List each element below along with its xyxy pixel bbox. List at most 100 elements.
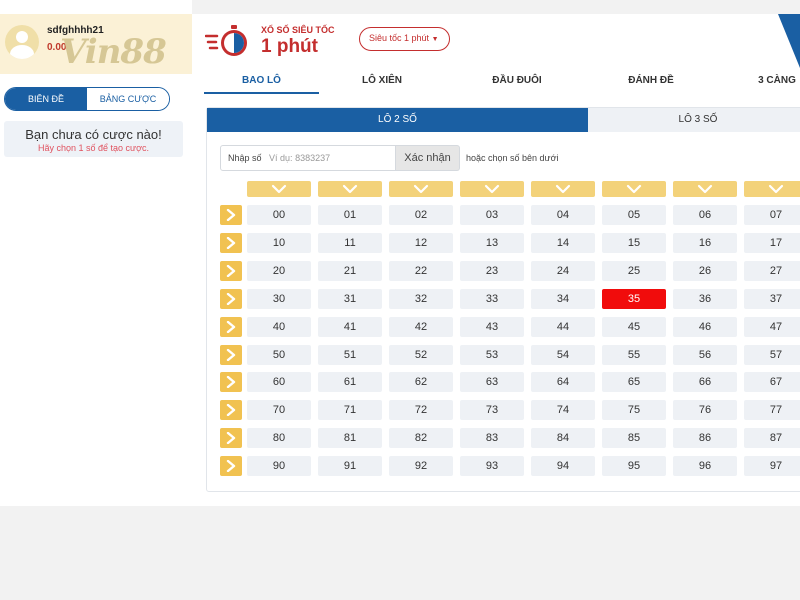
number-cell-07[interactable]: 07 <box>744 205 800 225</box>
number-cell-00[interactable]: 00 <box>247 205 311 225</box>
number-cell-14[interactable]: 14 <box>531 232 595 253</box>
number-cell-56[interactable]: 56 <box>673 344 737 365</box>
number-cell-46[interactable]: 46 <box>673 316 737 337</box>
number-cell-54[interactable]: 54 <box>531 344 595 365</box>
row-toggle-2[interactable] <box>220 260 242 281</box>
number-cell-11[interactable]: 11 <box>318 232 382 253</box>
number-cell-03[interactable]: 03 <box>460 205 524 225</box>
number-cell-67[interactable]: 67 <box>744 372 800 393</box>
number-cell-22[interactable]: 22 <box>389 260 453 281</box>
number-cell-77[interactable]: 77 <box>744 400 800 421</box>
number-cell-75[interactable]: 75 <box>602 400 666 421</box>
number-cell-44[interactable]: 44 <box>531 316 595 337</box>
number-cell-86[interactable]: 86 <box>673 428 737 449</box>
number-cell-06[interactable]: 06 <box>673 205 737 225</box>
number-cell-95[interactable]: 95 <box>602 456 666 477</box>
number-cell-40[interactable]: 40 <box>247 316 311 337</box>
row-toggle-0[interactable] <box>220 205 242 225</box>
number-cell-25[interactable]: 25 <box>602 260 666 281</box>
tab-bang-cuoc[interactable]: BẢNG CƯỢC <box>87 88 169 110</box>
number-cell-30[interactable]: 30 <box>247 288 311 309</box>
number-cell-24[interactable]: 24 <box>531 260 595 281</box>
number-cell-37[interactable]: 37 <box>744 288 800 309</box>
number-cell-87[interactable]: 87 <box>744 428 800 449</box>
number-cell-74[interactable]: 74 <box>531 400 595 421</box>
tab-dau-duoi[interactable]: ĐẦU ĐUÔI <box>462 75 572 86</box>
number-cell-96[interactable]: 96 <box>673 456 737 477</box>
number-cell-50[interactable]: 50 <box>247 344 311 365</box>
tab-3-cang[interactable]: 3 CÀNG <box>742 75 800 86</box>
row-toggle-8[interactable] <box>220 428 242 449</box>
number-cell-70[interactable]: 70 <box>247 400 311 421</box>
number-cell-35[interactable]: 35 <box>602 288 666 309</box>
speed-select[interactable]: Siêu tốc 1 phút ▼ <box>359 27 450 51</box>
user-avatar-icon[interactable] <box>5 25 39 59</box>
number-cell-27[interactable]: 27 <box>744 260 800 281</box>
number-cell-20[interactable]: 20 <box>247 260 311 281</box>
number-cell-73[interactable]: 73 <box>460 400 524 421</box>
number-cell-17[interactable]: 17 <box>744 232 800 253</box>
number-cell-36[interactable]: 36 <box>673 288 737 309</box>
number-cell-15[interactable]: 15 <box>602 232 666 253</box>
number-cell-47[interactable]: 47 <box>744 316 800 337</box>
number-cell-97[interactable]: 97 <box>744 456 800 477</box>
column-toggle-5[interactable] <box>602 181 666 197</box>
row-toggle-7[interactable] <box>220 400 242 421</box>
number-cell-64[interactable]: 64 <box>531 372 595 393</box>
number-cell-16[interactable]: 16 <box>673 232 737 253</box>
number-cell-71[interactable]: 71 <box>318 400 382 421</box>
number-cell-32[interactable]: 32 <box>389 288 453 309</box>
number-cell-21[interactable]: 21 <box>318 260 382 281</box>
number-cell-83[interactable]: 83 <box>460 428 524 449</box>
number-cell-12[interactable]: 12 <box>389 232 453 253</box>
row-toggle-5[interactable] <box>220 344 242 365</box>
number-cell-33[interactable]: 33 <box>460 288 524 309</box>
row-toggle-4[interactable] <box>220 316 242 337</box>
number-cell-26[interactable]: 26 <box>673 260 737 281</box>
number-cell-65[interactable]: 65 <box>602 372 666 393</box>
number-cell-53[interactable]: 53 <box>460 344 524 365</box>
number-cell-72[interactable]: 72 <box>389 400 453 421</box>
number-cell-90[interactable]: 90 <box>247 456 311 477</box>
number-cell-66[interactable]: 66 <box>673 372 737 393</box>
number-cell-42[interactable]: 42 <box>389 316 453 337</box>
number-cell-94[interactable]: 94 <box>531 456 595 477</box>
number-cell-01[interactable]: 01 <box>318 205 382 225</box>
column-toggle-4[interactable] <box>531 181 595 197</box>
number-cell-02[interactable]: 02 <box>389 205 453 225</box>
column-toggle-2[interactable] <box>389 181 453 197</box>
number-cell-43[interactable]: 43 <box>460 316 524 337</box>
number-cell-34[interactable]: 34 <box>531 288 595 309</box>
number-cell-05[interactable]: 05 <box>602 205 666 225</box>
number-cell-04[interactable]: 04 <box>531 205 595 225</box>
number-cell-81[interactable]: 81 <box>318 428 382 449</box>
number-cell-57[interactable]: 57 <box>744 344 800 365</box>
number-cell-52[interactable]: 52 <box>389 344 453 365</box>
number-cell-41[interactable]: 41 <box>318 316 382 337</box>
number-cell-60[interactable]: 60 <box>247 372 311 393</box>
number-cell-31[interactable]: 31 <box>318 288 382 309</box>
column-toggle-6[interactable] <box>673 181 737 197</box>
tab-lo-2-so[interactable]: LÔ 2 SỐ <box>207 108 588 132</box>
tab-lo-xien[interactable]: LÔ XIÊN <box>327 75 437 86</box>
column-toggle-7[interactable] <box>744 181 800 197</box>
number-cell-80[interactable]: 80 <box>247 428 311 449</box>
number-input[interactable]: Nhập số Ví dụ: 8383237 <box>220 145 396 171</box>
column-toggle-3[interactable] <box>460 181 524 197</box>
number-cell-76[interactable]: 76 <box>673 400 737 421</box>
number-cell-55[interactable]: 55 <box>602 344 666 365</box>
number-cell-45[interactable]: 45 <box>602 316 666 337</box>
number-cell-51[interactable]: 51 <box>318 344 382 365</box>
number-cell-91[interactable]: 91 <box>318 456 382 477</box>
row-toggle-9[interactable] <box>220 456 242 477</box>
number-cell-93[interactable]: 93 <box>460 456 524 477</box>
tab-lo-3-so[interactable]: LÔ 3 SỐ <box>588 108 800 132</box>
number-cell-92[interactable]: 92 <box>389 456 453 477</box>
number-cell-62[interactable]: 62 <box>389 372 453 393</box>
number-cell-61[interactable]: 61 <box>318 372 382 393</box>
tab-danh-de[interactable]: ĐÁNH ĐỀ <box>596 75 706 86</box>
tab-bien-de[interactable]: BIÊN ĐỀ <box>5 88 87 110</box>
row-toggle-6[interactable] <box>220 372 242 393</box>
column-toggle-1[interactable] <box>318 181 382 197</box>
number-cell-23[interactable]: 23 <box>460 260 524 281</box>
